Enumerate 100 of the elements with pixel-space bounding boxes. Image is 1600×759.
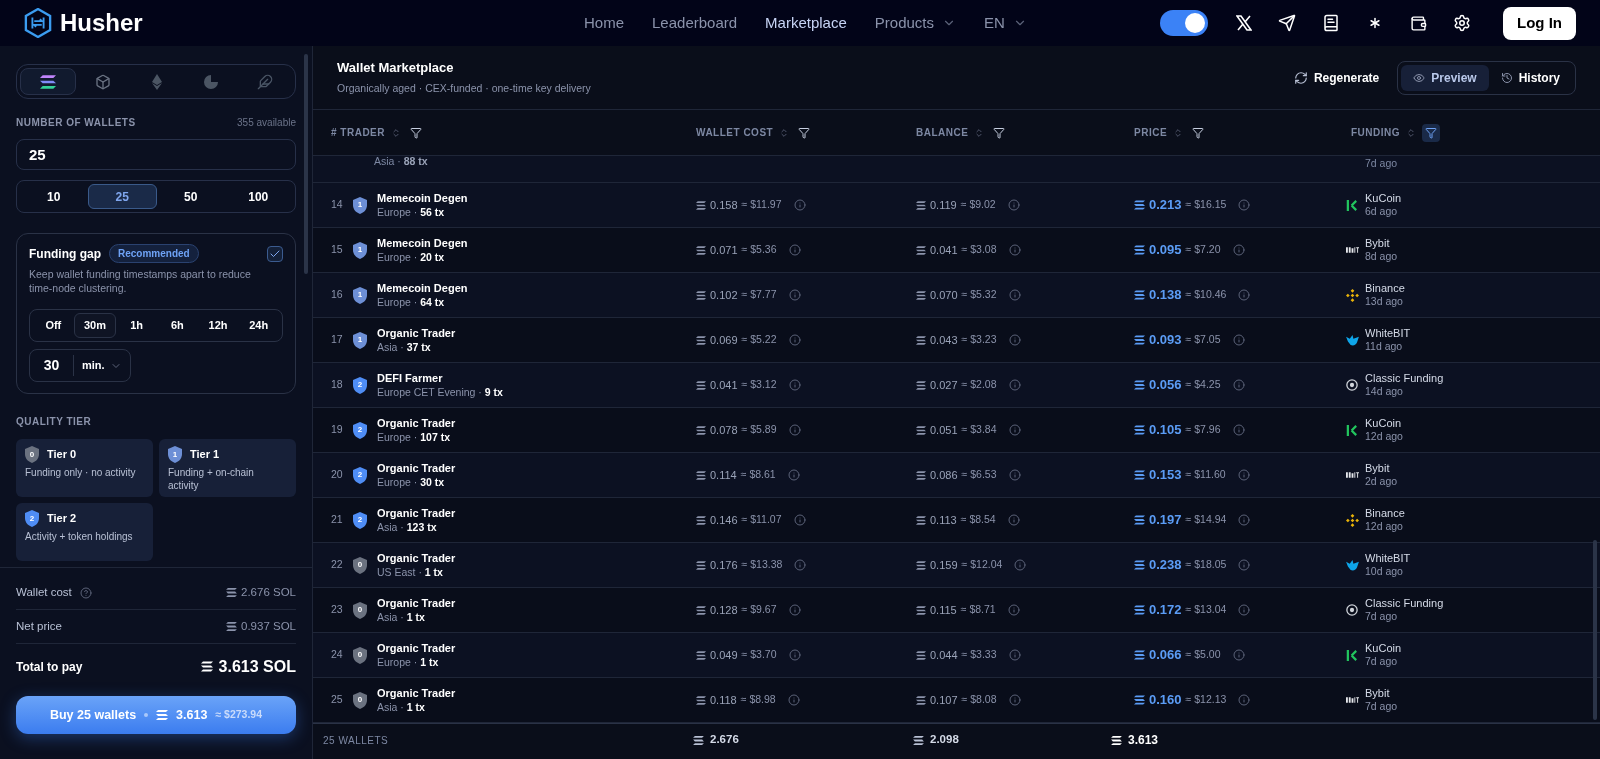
info-icon[interactable] xyxy=(1237,469,1250,481)
table-row[interactable]: 18 2 DEFI Farmer Europe CET Evening · 9 tx 0.041 ≈ $3.12 0.027 ≈ $2.08 0.056 ≈ $4.25 Classic Funding 14d ago xyxy=(313,363,1600,408)
sol-icon xyxy=(696,200,706,210)
info-icon[interactable] xyxy=(1238,199,1251,211)
sort-icon[interactable] xyxy=(779,127,790,138)
column-header[interactable]: BALANCE xyxy=(916,125,969,140)
table-row[interactable]: 22 0 Organic Trader US East · 1 tx 0.176 ≈ $13.38 0.159 ≈ $12.04 0.238 ≈ $18.05 WhiteBIT 10d ago xyxy=(313,543,1600,588)
info-icon[interactable] xyxy=(793,514,806,526)
trader-name: Organic Trader xyxy=(377,596,456,610)
nav-link[interactable]: Leaderboard xyxy=(652,11,738,35)
info-icon[interactable] xyxy=(1232,334,1245,346)
funding-source: Bybit xyxy=(1365,687,1391,700)
help-icon[interactable] xyxy=(79,586,92,599)
settings-icon[interactable] xyxy=(1453,14,1471,32)
view-tab[interactable]: History xyxy=(1488,64,1572,91)
usd-amount: ≈ $8.61 xyxy=(740,467,776,483)
filter-icon[interactable] xyxy=(1422,123,1441,142)
info-icon[interactable] xyxy=(1007,604,1020,616)
sol-amount: 0.069 xyxy=(710,332,738,348)
table-row[interactable]: 16 1 Memecoin Degen Europe · 64 tx 0.102 ≈ $7.77 0.070 ≈ $5.32 0.138 ≈ $10.46 Binance 13d ago xyxy=(313,273,1600,318)
sort-icon[interactable] xyxy=(974,127,985,138)
table-row[interactable]: 14 1 Memecoin Degen Europe · 56 tx 0.158 ≈ $11.97 0.119 ≈ $9.02 0.213 ≈ $16.15 KuCoin 6d ago xyxy=(313,183,1600,228)
nav-link[interactable]: Home xyxy=(584,11,624,35)
sol-amount: 0.113 xyxy=(930,512,957,528)
unit-select[interactable]: min. xyxy=(74,357,110,374)
sol-amount: 0.105 xyxy=(1149,421,1182,440)
nav-link[interactable]: Products xyxy=(874,11,956,35)
info-icon[interactable] xyxy=(788,289,801,301)
info-icon[interactable] xyxy=(1008,424,1021,436)
info-icon[interactable] xyxy=(1008,694,1021,706)
checkbox[interactable] xyxy=(267,245,283,262)
info-icon[interactable] xyxy=(788,649,801,661)
tier-number: 0 xyxy=(29,450,35,459)
info-icon[interactable] xyxy=(1238,604,1251,616)
column-header[interactable]: FUNDING xyxy=(1351,125,1401,140)
sort-icon[interactable] xyxy=(391,127,401,138)
info-icon[interactable] xyxy=(1008,379,1021,391)
tier-card[interactable]: 0 Tier 0 Funding only · no activity xyxy=(16,439,153,497)
tier-card[interactable]: 1 Tier 1 Funding + on-chain activity xyxy=(159,439,296,497)
info-icon[interactable] xyxy=(1238,514,1251,526)
view-tab[interactable]: Preview xyxy=(1401,64,1489,91)
info-icon[interactable] xyxy=(788,379,801,391)
nav-link[interactable]: EN xyxy=(984,11,1027,35)
table-row[interactable]: 24 0 Organic Trader Europe · 1 tx 0.049 ≈ $3.70 0.044 ≈ $3.33 0.066 ≈ $5.00 KuCoin 7d ago xyxy=(313,633,1600,678)
info-icon[interactable] xyxy=(1014,559,1027,571)
info-icon[interactable] xyxy=(793,199,806,211)
sol-amount: 0.041 xyxy=(930,242,958,258)
gap-amount-field[interactable]: 30 min. xyxy=(29,349,131,382)
table-row[interactable]: 20 2 Organic Trader Europe · 30 tx 0.114 ≈ $8.61 0.086 ≈ $6.53 0.153 ≈ $11.60 Bybit 2d ago xyxy=(313,453,1600,498)
sol-amount: 0.238 xyxy=(1149,556,1182,575)
preset-button[interactable]: 100 xyxy=(224,184,292,209)
sort-icon[interactable] xyxy=(1173,127,1184,138)
paper-plane-icon[interactable] xyxy=(1278,14,1296,32)
interval-option[interactable]: 1h xyxy=(116,313,157,338)
info-icon[interactable] xyxy=(1238,559,1251,571)
column-header[interactable]: # TRADER xyxy=(331,125,385,140)
info-icon[interactable] xyxy=(1008,244,1021,256)
info-icon[interactable] xyxy=(1232,379,1245,391)
preset-button[interactable]: 50 xyxy=(157,184,225,209)
wallet-icon[interactable] xyxy=(1410,14,1427,32)
info-icon[interactable] xyxy=(788,424,801,436)
info-icon[interactable] xyxy=(787,694,800,706)
interval-option[interactable]: 6h xyxy=(157,313,198,338)
info-icon[interactable] xyxy=(788,244,801,256)
nav-link[interactable]: Marketplace xyxy=(765,11,847,35)
theme-toggle[interactable] xyxy=(1160,10,1208,36)
info-icon[interactable] xyxy=(788,334,801,346)
info-icon[interactable] xyxy=(788,604,801,616)
tier-card[interactable]: 2 Tier 2 Activity + token holdings xyxy=(16,503,153,561)
funding-source: KuCoin xyxy=(1365,192,1402,205)
sort-icon[interactable] xyxy=(1406,127,1417,138)
login-button[interactable]: Log In xyxy=(1503,6,1576,40)
column-header[interactable]: PRICE xyxy=(1134,125,1168,140)
preset-button[interactable]: 10 xyxy=(20,184,88,209)
regenerate-button[interactable]: Regenerate xyxy=(1293,68,1380,87)
info-icon[interactable] xyxy=(1007,199,1020,211)
info-icon[interactable] xyxy=(794,559,807,571)
interval-option[interactable]: 12h xyxy=(197,313,239,338)
wallets-input[interactable]: 25 xyxy=(16,139,296,170)
info-icon[interactable] xyxy=(1238,694,1251,706)
funding-time: 13d ago xyxy=(1365,295,1404,308)
info-icon[interactable] xyxy=(1008,289,1021,301)
info-icon[interactable] xyxy=(1008,469,1021,481)
chain-tab[interactable] xyxy=(20,68,76,95)
book-icon[interactable] xyxy=(1322,14,1340,32)
info-icon[interactable] xyxy=(1232,424,1245,436)
interval-option[interactable]: 30m xyxy=(73,313,117,338)
info-icon[interactable] xyxy=(787,469,800,481)
column-header[interactable]: WALLET COST xyxy=(696,125,774,140)
info-icon[interactable] xyxy=(1008,649,1021,661)
x-logo-icon[interactable] xyxy=(1236,15,1252,31)
interval-option[interactable]: 24h xyxy=(238,313,280,338)
info-icon[interactable] xyxy=(1232,244,1245,256)
info-icon[interactable] xyxy=(1238,289,1251,301)
interval-option[interactable]: Off xyxy=(33,313,74,338)
preset-button[interactable]: 25 xyxy=(87,184,157,209)
info-icon[interactable] xyxy=(1232,649,1245,661)
summary-value: 0.937 SOL xyxy=(241,618,296,634)
info-icon[interactable] xyxy=(1007,514,1020,526)
info-icon[interactable] xyxy=(1008,334,1021,346)
